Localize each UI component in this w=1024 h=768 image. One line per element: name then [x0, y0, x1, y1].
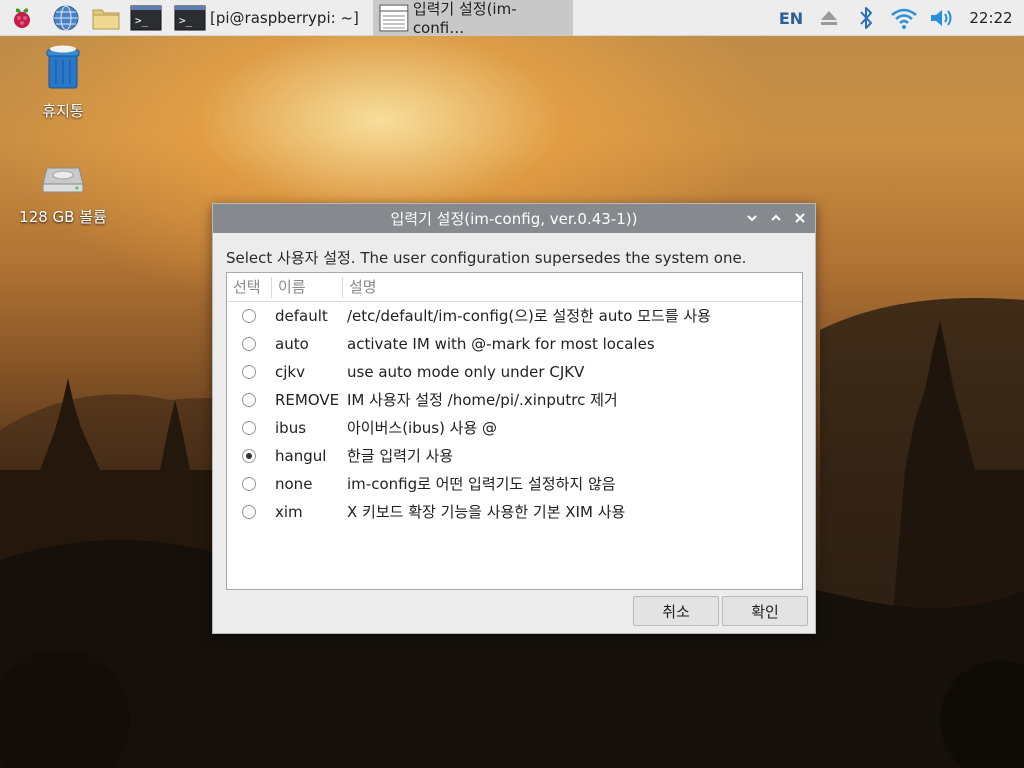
list-item[interactable]: none im-config로 어떤 입력기도 설정하지 않음: [227, 470, 802, 498]
im-options-list[interactable]: 선택 이름 설명 default/etc/default/im-config(으…: [226, 272, 803, 590]
column-header-name[interactable]: 이름: [272, 273, 342, 302]
item-description: use auto mode only under CJKV: [347, 363, 585, 381]
maximize-button[interactable]: [769, 211, 783, 225]
item-name: ibus: [275, 419, 307, 437]
item-description: activate IM with @-mark for most locales: [347, 335, 655, 353]
file-manager-launcher[interactable]: [88, 0, 124, 36]
item-description: /etc/default/im-config(으)로 설정한 auto 모드를 …: [347, 307, 711, 325]
volume-button[interactable]: [926, 0, 958, 36]
desktop-icon-trash[interactable]: 휴지통: [8, 44, 118, 121]
terminal-icon: >_: [174, 5, 206, 30]
item-name: cjkv: [275, 363, 305, 381]
radio-button[interactable]: [242, 309, 256, 323]
column-header-select[interactable]: 선택: [227, 273, 271, 302]
item-name: none: [275, 475, 313, 493]
minimize-button[interactable]: [745, 211, 759, 225]
cancel-button[interactable]: 취소: [633, 596, 719, 626]
top-panel: >_ >_ [pi@raspberrypi: ~] 입력기 설정(im-conf…: [0, 0, 1024, 37]
taskbar-item-terminal[interactable]: >_ [pi@raspberrypi: ~]: [168, 0, 368, 36]
wifi-icon: [891, 8, 917, 29]
item-description: IM 사용자 설정 /home/pi/.xinputrc 제거: [347, 391, 618, 409]
item-name: REMOVE: [275, 391, 340, 409]
list-item[interactable]: xim X 키보드 확장 기능을 사용한 기본 XIM 사용: [227, 498, 802, 526]
list-item[interactable]: hangul 한글 입력기 사용: [227, 442, 802, 470]
list-item[interactable]: default/etc/default/im-config(으)로 설정한 au…: [227, 302, 802, 330]
item-name: hangul: [275, 447, 327, 465]
radio-button[interactable]: [242, 337, 256, 351]
radio-button[interactable]: [242, 449, 256, 463]
bluetooth-icon: [860, 7, 872, 29]
eject-button[interactable]: [814, 0, 844, 36]
list-item[interactable]: ibus 아이버스(ibus) 사용 @: [227, 414, 802, 442]
list-item[interactable]: auto activate IM with @-mark for most loc…: [227, 330, 802, 358]
im-config-dialog: 입력기 설정(im-config, ver.0.43-1)) Select 사용…: [212, 203, 816, 634]
folder-icon: [92, 9, 120, 29]
radio-button[interactable]: [242, 421, 256, 435]
radio-button[interactable]: [242, 505, 256, 519]
terminal-icon: >_: [130, 5, 162, 30]
radio-button[interactable]: [242, 393, 256, 407]
svg-text:>_: >_: [179, 14, 193, 27]
desktop-icon-volume[interactable]: 128 GB 볼륨: [8, 158, 118, 227]
item-description: 한글 입력기 사용: [347, 447, 454, 465]
eject-icon: [821, 11, 837, 25]
bluetooth-button[interactable]: [852, 0, 880, 36]
item-name: auto: [275, 335, 309, 353]
window-icon: [379, 4, 409, 31]
item-name: default: [275, 307, 328, 325]
dialog-description: Select 사용자 설정. The user configuration su…: [226, 249, 747, 267]
chevron-down-icon: [747, 215, 757, 222]
taskbar-item-label: 입력기 설정(im-confi…: [412, 0, 517, 37]
close-icon: [795, 213, 805, 223]
ok-button[interactable]: 확인: [722, 596, 808, 626]
radio-button[interactable]: [242, 477, 256, 491]
item-description: im-config로 어떤 입력기도 설정하지 않음: [347, 475, 616, 493]
trash-icon: [46, 45, 80, 89]
svg-text:>_: >_: [135, 14, 149, 27]
item-name: xim: [275, 503, 303, 521]
dialog-titlebar[interactable]: 입력기 설정(im-config, ver.0.43-1)): [213, 204, 815, 233]
list-header: 선택 이름 설명: [227, 273, 802, 302]
clock[interactable]: 22:22: [964, 0, 1018, 36]
raspberry-menu-button[interactable]: [4, 0, 40, 36]
chevron-up-icon: [771, 214, 781, 221]
taskbar-item-label: [pi@raspberrypi: ~]: [210, 8, 359, 27]
desktop-icon-label: 128 GB 볼륨: [19, 208, 107, 226]
list-item[interactable]: cjkv use auto mode only under CJKV: [227, 358, 802, 386]
browser-launcher[interactable]: [48, 0, 84, 36]
desktop-icon-label: 휴지통: [42, 102, 84, 120]
input-language-indicator[interactable]: EN: [774, 0, 808, 36]
item-description: 아이버스(ibus) 사용 @: [347, 419, 498, 437]
volume-icon: [931, 10, 952, 26]
raspberry-icon: [14, 7, 30, 28]
terminal-launcher[interactable]: >_: [128, 0, 164, 36]
wifi-button[interactable]: [888, 0, 920, 36]
radio-button[interactable]: [242, 365, 256, 379]
drive-icon: [42, 167, 84, 193]
column-header-description[interactable]: 설명: [343, 273, 783, 302]
dialog-title: 입력기 설정(im-config, ver.0.43-1)): [390, 210, 638, 228]
taskbar-item-im-config[interactable]: 입력기 설정(im-confi…: [373, 0, 573, 37]
globe-icon: [53, 5, 79, 30]
close-button[interactable]: [793, 211, 807, 225]
list-item[interactable]: REMOVE IM 사용자 설정 /home/pi/.xinputrc 제거: [227, 386, 802, 414]
item-description: X 키보드 확장 기능을 사용한 기본 XIM 사용: [347, 503, 626, 521]
